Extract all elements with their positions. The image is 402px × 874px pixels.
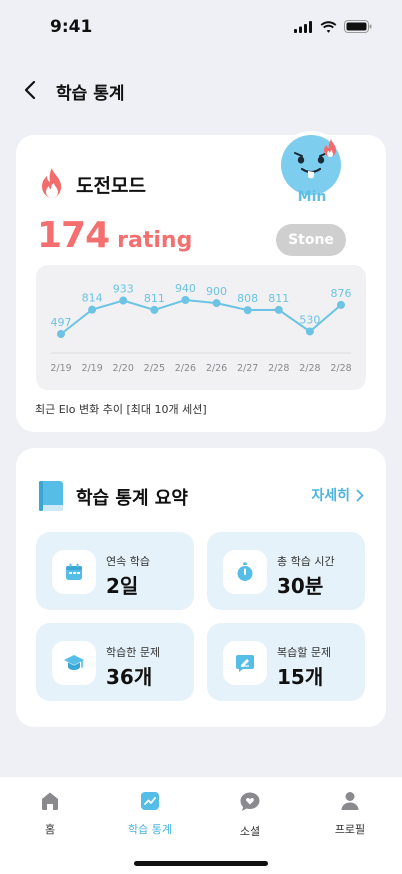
elo-data-point [88,305,97,314]
stopwatch-icon [237,562,253,581]
graduation-cap-icon [64,655,84,670]
chart-icon [141,792,159,810]
x-tick-label: 2/19 [81,363,102,374]
elo-data-label: 940 [175,282,196,295]
elo-data-point [57,330,65,338]
battery-icon [344,20,372,33]
x-tick-label: 2/26 [175,363,196,374]
stat-value: 30분 [277,574,324,598]
elo-data-label: 933 [113,283,134,296]
tab-bar: 홈 학습 통계 소셜 프로필 [0,777,402,874]
chart-caption: 최근 Elo 변화 추이 [최대 10개 세션] [35,403,207,416]
status-icons [294,20,372,33]
stat-label: 복습할 문제 [277,646,332,659]
elo-data-label: 876 [331,287,352,300]
rating-value: 174 [37,215,110,256]
x-tick-label: 2/20 [113,363,134,374]
elo-data-label: 497 [51,316,72,329]
stat-icon-box [52,641,96,685]
wifi-icon [320,20,337,33]
stat-value: 15개 [277,665,324,689]
chat-heart-icon [240,792,260,811]
stat-label: 연속 학습 [106,555,150,568]
status-time: 9:41 [50,17,93,37]
mascot-name: Min [297,189,327,205]
tab-home[interactable]: 홈 [0,791,100,837]
elo-data-point [181,296,190,304]
status-bar: 9:41 [0,0,402,54]
tab-social[interactable]: 소셜 [200,791,300,839]
x-tick-label: 2/26 [206,363,227,374]
stat-value: 36개 [106,665,153,689]
challenge-title: 도전모드 [76,175,146,197]
summary-card: 학습 통계 요약 자세히 연속 학습 2일 총 학습 시간 30분 학습한 문제… [16,448,386,727]
edit-note-icon [236,655,254,672]
x-tick-label: 2/28 [268,363,289,374]
elo-data-point [150,305,159,314]
elo-data-point [274,305,283,314]
rating-display: 174 rating [37,215,192,256]
stat-tile-streak[interactable]: 연속 학습 2일 [36,532,194,610]
stat-icon-box [223,641,267,685]
stat-label: 총 학습 시간 [277,555,335,568]
elo-data-label: 811 [144,292,165,305]
elo-data-label: 900 [206,285,227,298]
elo-data-point [212,299,221,308]
tab-profile[interactable]: 프로필 [300,791,400,837]
back-button[interactable] [16,76,44,104]
tab-label: 소셜 [239,825,261,838]
elo-data-label: 814 [82,292,103,305]
elo-line-chart: 497 2/19 814 2/19 933 2/20 811 2/25 940 2/26 900 2/… [50,282,352,374]
x-tick-label: 2/19 [50,363,71,374]
elo-chart: 497 2/19 814 2/19 933 2/20 811 2/25 940 2/26 900 2/… [36,265,366,390]
x-tick-label: 2/27 [237,363,258,374]
cellular-signal-icon [294,20,312,33]
stat-label: 학습한 문제 [106,646,161,659]
tab-label: 프로필 [334,823,366,836]
calendar-icon [66,563,82,580]
elo-data-point [337,300,345,309]
detail-link-label: 자세히 [311,488,350,504]
elo-data-label: 811 [268,292,289,305]
tab-label: 홈 [44,823,56,836]
detail-link[interactable]: 자세히 [311,485,364,505]
nav-header: 학습 통계 [0,72,402,108]
rating-unit: rating [117,228,193,253]
stat-icon-box [52,550,96,594]
home-icon [42,792,58,810]
elo-data-point [243,306,252,315]
home-indicator [134,861,268,866]
tab-label: 학습 통계 [128,823,172,836]
elo-data-point [119,296,128,305]
x-tick-label: 2/28 [299,363,320,374]
stat-icon-box [223,550,267,594]
x-tick-label: 2/28 [330,363,351,374]
stat-tile-solved[interactable]: 학습한 문제 36개 [36,623,194,701]
stat-value: 2일 [106,574,139,598]
chevron-right-icon [356,489,364,501]
book-icon [39,481,63,511]
flame-icon [42,168,62,198]
stat-tile-review[interactable]: 복습할 문제 15개 [207,623,365,701]
elo-data-label: 808 [237,292,258,305]
stat-tile-study-time[interactable]: 총 학습 시간 30분 [207,532,365,610]
tier-badge: Stone [276,224,346,256]
x-tick-label: 2/25 [144,363,165,374]
tab-stats[interactable]: 학습 통계 [100,791,200,837]
summary-title: 학습 통계 요약 [76,488,188,509]
page-title: 학습 통계 [56,84,125,104]
elo-data-point [305,327,314,336]
person-icon [341,792,359,810]
elo-data-label: 530 [299,313,320,326]
chevron-left-icon [24,80,36,100]
